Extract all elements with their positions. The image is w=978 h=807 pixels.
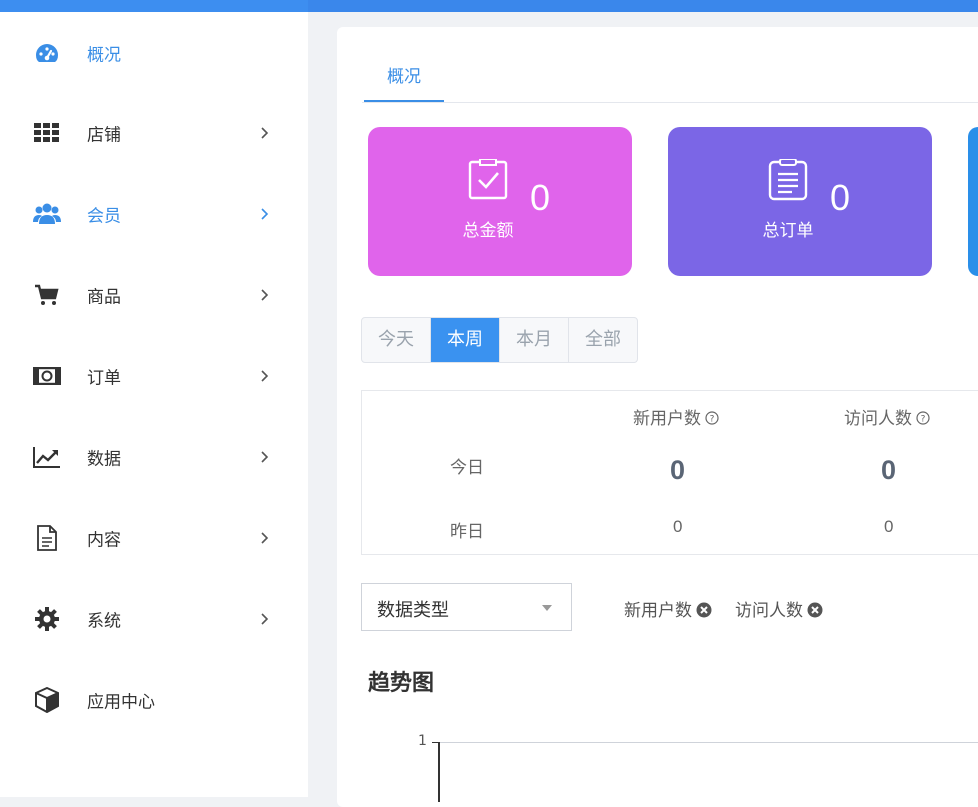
- card-label: 总金额: [462, 221, 514, 241]
- sidebar-item-products[interactable]: 商品: [0, 265, 308, 325]
- stats-today-new-users: 0: [670, 455, 686, 485]
- stats-yesterday-visitors: 0: [884, 517, 894, 536]
- chart-gridline: [440, 742, 978, 743]
- y-axis-tick-label: 1: [418, 733, 427, 749]
- svg-text:?: ?: [921, 415, 926, 425]
- sidebar-item-label: 内容: [87, 530, 121, 551]
- help-icon[interactable]: ?: [705, 411, 719, 425]
- close-circle-icon[interactable]: [696, 602, 712, 618]
- chevron-right-icon: [261, 613, 269, 625]
- dashboard-gauge-icon: [33, 40, 61, 66]
- tag-visitors: 访问人数: [735, 596, 823, 621]
- chevron-right-icon: [261, 370, 269, 382]
- caret-down-icon: [542, 605, 552, 611]
- period-month-button[interactable]: 本月: [500, 318, 569, 362]
- tab-divider: [362, 102, 978, 103]
- chevron-right-icon: [261, 451, 269, 463]
- tab-overview[interactable]: 概况: [364, 58, 444, 102]
- period-today-button[interactable]: 今天: [362, 318, 431, 362]
- period-week-button[interactable]: 本周: [431, 318, 500, 362]
- gear-icon: [33, 606, 61, 632]
- document-icon: [33, 525, 61, 551]
- shopping-cart-icon: [33, 282, 61, 308]
- period-all-button[interactable]: 全部: [569, 318, 637, 362]
- sidebar-item-data[interactable]: 数据: [0, 427, 308, 487]
- sidebar-item-system[interactable]: 系统: [0, 589, 308, 649]
- stats-yesterday-new-users: 0: [673, 517, 683, 536]
- sidebar-item-label: 概况: [87, 45, 121, 66]
- sidebar-item-label: 订单: [87, 368, 121, 389]
- stats-header-visitors: 访问人数?: [844, 404, 930, 429]
- chevron-right-icon: [261, 289, 269, 301]
- total-amount-card[interactable]: 总金额 0: [368, 127, 632, 276]
- sidebar-item-label: 数据: [87, 449, 121, 470]
- grid-apps-icon: [33, 120, 61, 146]
- svg-text:?: ?: [710, 415, 715, 425]
- period-selector: 今天 本周 本月 全部: [361, 317, 638, 363]
- stats-row-yesterday-label: 昨日: [450, 522, 484, 542]
- sidebar-item-content[interactable]: 内容: [0, 508, 308, 568]
- next-stat-card[interactable]: [968, 127, 978, 276]
- stats-header-new-users: 新用户数?: [633, 404, 719, 429]
- line-chart-icon: [33, 444, 61, 470]
- total-orders-card[interactable]: 总订单 0: [668, 127, 932, 276]
- list-clipboard-icon: [768, 159, 808, 201]
- sidebar-item-app-center[interactable]: 应用中心: [0, 670, 308, 730]
- sidebar-item-overview[interactable]: 概况: [0, 23, 308, 83]
- sidebar-item-label: 商品: [87, 287, 121, 308]
- sidebar: 概况 店铺 会员 商品 订单 数据 内容 系统 应用中心: [0, 12, 308, 797]
- tag-new-users: 新用户数: [624, 596, 712, 621]
- chevron-right-icon: [261, 127, 269, 139]
- sidebar-item-label: 会员: [87, 206, 121, 227]
- stats-row-today-label: 今日: [450, 458, 484, 478]
- stats-today-visitors: 0: [881, 455, 897, 485]
- users-group-icon: [33, 201, 61, 227]
- data-type-select[interactable]: 数据类型: [361, 583, 572, 631]
- chevron-right-icon: [261, 532, 269, 544]
- close-circle-icon[interactable]: [807, 602, 823, 618]
- card-value: 0: [830, 177, 851, 218]
- sidebar-item-label: 应用中心: [87, 692, 155, 713]
- help-icon[interactable]: ?: [916, 411, 930, 425]
- sidebar-item-store[interactable]: 店铺: [0, 103, 308, 163]
- card-label: 总订单: [762, 221, 814, 241]
- y-axis-line: [438, 742, 440, 802]
- sidebar-item-orders[interactable]: 订单: [0, 346, 308, 406]
- trend-chart-title: 趋势图: [368, 671, 435, 696]
- card-value: 0: [530, 177, 551, 218]
- sidebar-item-members[interactable]: 会员: [0, 184, 308, 244]
- top-bar: [0, 0, 978, 12]
- money-bill-icon: [33, 363, 61, 389]
- cube-icon: [33, 687, 61, 713]
- chevron-right-icon: [261, 208, 269, 220]
- checkbox-clipboard-icon: [468, 159, 508, 200]
- sidebar-item-label: 系统: [87, 611, 121, 632]
- sidebar-item-label: 店铺: [87, 125, 121, 146]
